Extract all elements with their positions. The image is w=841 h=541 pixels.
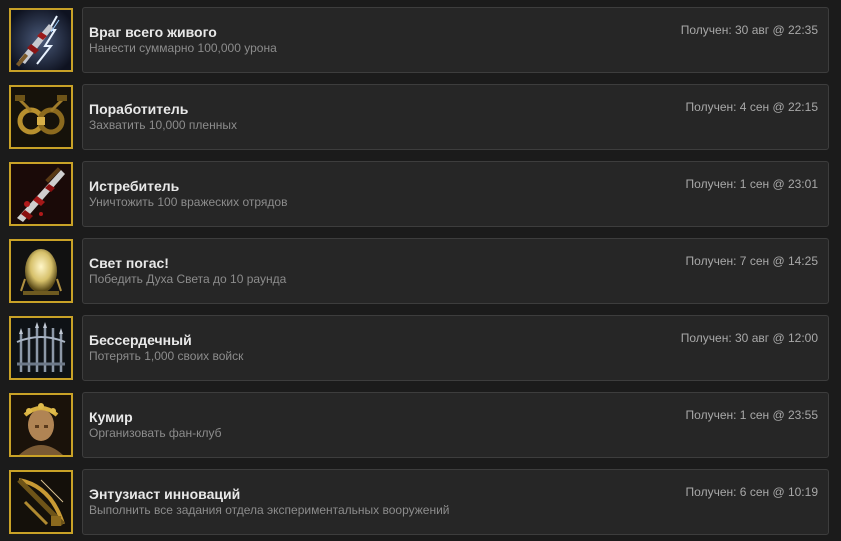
achievement-title: Кумир	[89, 409, 133, 425]
achievement-title: Враг всего живого	[89, 24, 217, 40]
achievement-row: Враг всего живого Нанести суммарно 100,0…	[0, 7, 841, 74]
achievement-row: Поработитель Захватить 10,000 пленных По…	[0, 84, 841, 151]
light-spirit-orb-icon	[9, 239, 73, 303]
achievement-unlock-date: Получен: 30 авг @ 22:35	[680, 23, 818, 37]
blood-sword-lightning-icon	[9, 8, 73, 72]
achievement-card: Энтузиаст инноваций Выполнить все задани…	[82, 469, 829, 535]
achievement-unlock-date: Получен: 1 сен @ 23:55	[685, 408, 818, 422]
achievement-card: Кумир Организовать фан-клуб Получен: 1 с…	[82, 392, 829, 458]
achievement-description: Организовать фан-клуб	[89, 426, 222, 440]
bloody-sword-icon	[9, 162, 73, 226]
achievement-card: Бессердечный Потерять 1,000 своих войск …	[82, 315, 829, 381]
achievement-card: Враг всего живого Нанести суммарно 100,0…	[82, 7, 829, 73]
achievement-row: Кумир Организовать фан-клуб Получен: 1 с…	[0, 392, 841, 459]
laurel-bust-icon	[9, 393, 73, 457]
achievement-unlock-date: Получен: 30 авг @ 12:00	[680, 331, 818, 345]
achievement-unlock-date: Получен: 6 сен @ 10:19	[685, 485, 818, 499]
crossbow-icon	[9, 470, 73, 534]
achievement-title: Поработитель	[89, 101, 189, 117]
achievement-card: Поработитель Захватить 10,000 пленных По…	[82, 84, 829, 150]
shackles-icon	[9, 85, 73, 149]
achievement-description: Уничтожить 100 вражеских отрядов	[89, 195, 288, 209]
achievement-description: Потерять 1,000 своих войск	[89, 349, 244, 363]
achievement-card: Свет погас! Победить Духа Света до 10 ра…	[82, 238, 829, 304]
achievement-unlock-date: Получен: 1 сен @ 23:01	[685, 177, 818, 191]
achievement-description: Выполнить все задания отдела эксперимент…	[89, 503, 450, 517]
achievement-description: Захватить 10,000 пленных	[89, 118, 237, 132]
achievement-row: Бессердечный Потерять 1,000 своих войск …	[0, 315, 841, 382]
iron-fence-icon	[9, 316, 73, 380]
achievement-unlock-date: Получен: 7 сен @ 14:25	[685, 254, 818, 268]
achievement-unlock-date: Получен: 4 сен @ 22:15	[685, 100, 818, 114]
achievement-description: Нанести суммарно 100,000 урона	[89, 41, 277, 55]
achievement-row: Энтузиаст инноваций Выполнить все задани…	[0, 469, 841, 536]
achievement-title: Бессердечный	[89, 332, 192, 348]
achievement-row: Свет погас! Победить Духа Света до 10 ра…	[0, 238, 841, 305]
achievement-card: Истребитель Уничтожить 100 вражеских отр…	[82, 161, 829, 227]
achievement-description: Победить Духа Света до 10 раунда	[89, 272, 287, 286]
achievement-list: Враг всего живого Нанести суммарно 100,0…	[0, 0, 841, 541]
achievement-title: Истребитель	[89, 178, 180, 194]
achievement-title: Энтузиаст инноваций	[89, 486, 241, 502]
achievement-row: Истребитель Уничтожить 100 вражеских отр…	[0, 161, 841, 228]
achievement-title: Свет погас!	[89, 255, 169, 271]
